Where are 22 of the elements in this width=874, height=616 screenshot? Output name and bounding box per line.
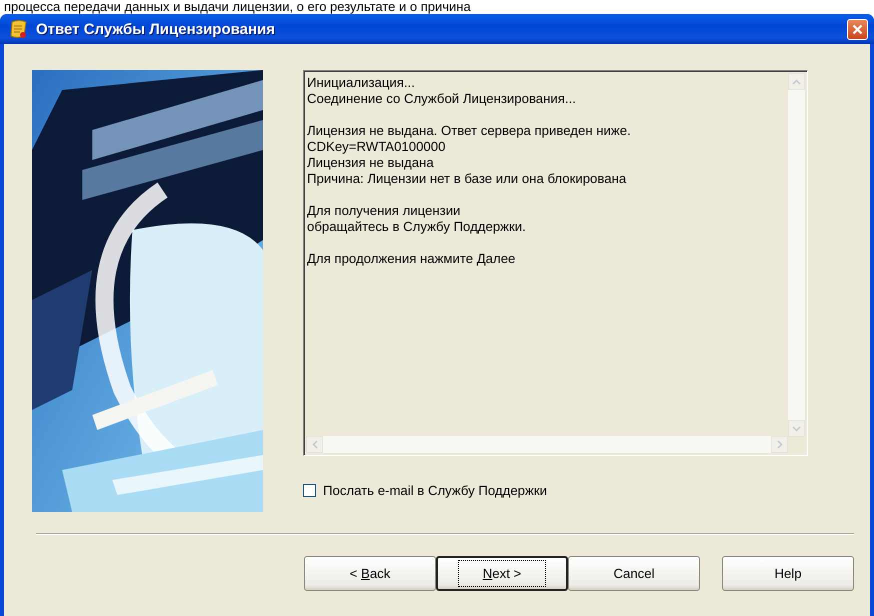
log-line: обращайтесь в Службу Поддержки. (307, 219, 526, 235)
cancel-button[interactable]: Cancel (568, 556, 700, 591)
log-line: Соединение со Службой Лицензирования... (307, 91, 576, 107)
log-line: Для продолжения нажмите Далее (307, 251, 516, 267)
log-line: Причина: Лицензии нет в базе или она блокирована (307, 171, 626, 187)
vertical-scrollbar[interactable] (788, 73, 805, 437)
caption-text: процесса передачи данных и выдачи лицензии, о его результате и о причина (3, 0, 472, 14)
checkbox[interactable] (303, 484, 316, 497)
window-title: Ответ Службы Лицензирования (36, 20, 276, 38)
close-icon (852, 24, 863, 34)
next-button[interactable]: Next > (436, 556, 568, 591)
log-line: Лицензия не выдана (307, 155, 434, 171)
log-text-area[interactable] (303, 70, 808, 456)
help-button[interactable]: Help (722, 556, 854, 591)
log-line: CDKey=RWTA0100000 (307, 139, 446, 155)
log-line: Для получения лицензии (307, 203, 460, 219)
back-button[interactable]: < Back (304, 556, 436, 591)
log-line: Инициализация... (307, 75, 415, 91)
close-button[interactable] (847, 18, 868, 40)
checkbox-label[interactable]: Послать e-mail в Службу Поддержки (323, 483, 547, 498)
log-line: Лицензия не выдана. Ответ сервера приведен ниже. (307, 123, 631, 139)
horizontal-scrollbar[interactable] (306, 436, 788, 453)
